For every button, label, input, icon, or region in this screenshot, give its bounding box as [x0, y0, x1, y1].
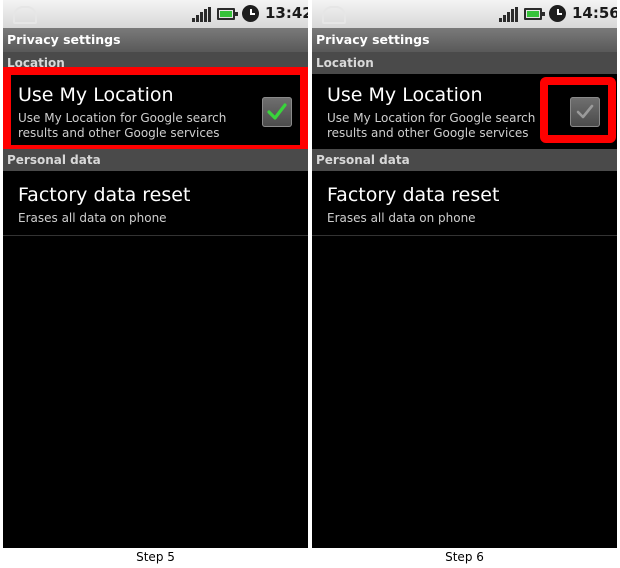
page-title: Privacy settings [3, 28, 308, 52]
use-my-location-title: Use My Location [327, 84, 483, 106]
caption-step-5: Step 5 [136, 550, 175, 564]
phone-screen-step-5: 13:42 Privacy settings Location Use My L… [3, 0, 308, 548]
alarm-icon [549, 5, 566, 22]
use-my-location-subtitle-line2: results and other Google services [327, 126, 529, 140]
section-header-location: Location [312, 52, 617, 74]
status-time: 14:56 [572, 4, 617, 22]
status-bar: 14:56 [312, 0, 617, 28]
factory-data-reset-setting[interactable]: Factory data reset Erases all data on ph… [312, 171, 617, 235]
factory-data-reset-title: Factory data reset [327, 184, 500, 206]
caption-step-6: Step 6 [445, 550, 484, 564]
factory-data-reset-subtitle: Erases all data on phone [18, 211, 167, 225]
notification-icon [322, 6, 346, 24]
highlight-box [3, 67, 308, 153]
battery-icon [217, 8, 238, 20]
notification-icon [13, 6, 37, 24]
status-time: 13:42 [265, 4, 308, 22]
list-divider [3, 235, 308, 236]
factory-data-reset-setting[interactable]: Factory data reset Erases all data on ph… [3, 171, 308, 235]
factory-data-reset-subtitle: Erases all data on phone [327, 211, 476, 225]
signal-icon [499, 7, 519, 22]
use-my-location-subtitle-line1: Use My Location for Google search [327, 111, 536, 125]
page-title: Privacy settings [312, 28, 617, 52]
highlight-box [540, 77, 616, 143]
status-bar: 13:42 [3, 0, 308, 28]
section-header-personal-data: Personal data [3, 149, 308, 171]
alarm-icon [242, 5, 259, 22]
section-header-personal-data: Personal data [312, 149, 617, 171]
phone-screen-step-6: 14:56 Privacy settings Location Use My L… [312, 0, 617, 548]
list-divider [312, 235, 617, 236]
battery-icon [524, 8, 545, 20]
signal-icon [192, 7, 212, 22]
factory-data-reset-title: Factory data reset [18, 184, 191, 206]
